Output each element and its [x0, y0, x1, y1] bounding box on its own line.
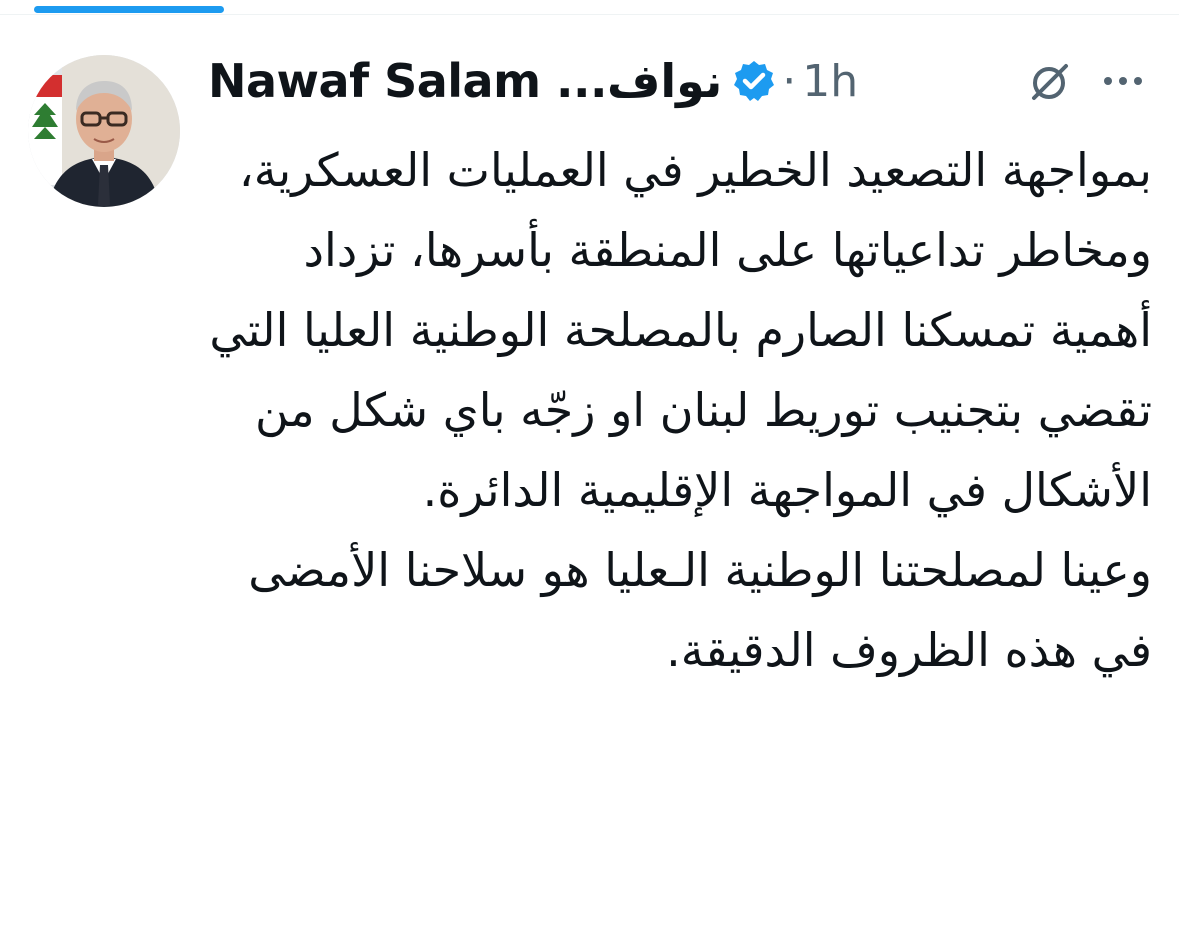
- author-name[interactable]: Nawaf Salam ...نواف: [208, 54, 723, 108]
- tweet-view: Nawaf Salam ...نواف · 1h بمواجهة التصعيد…: [0, 0, 1179, 942]
- active-tab-indicator: [34, 6, 224, 13]
- timestamp[interactable]: 1h: [802, 56, 858, 107]
- divider: [0, 14, 1179, 15]
- verified-badge-icon[interactable]: [732, 59, 776, 103]
- separator-dot: ·: [782, 55, 797, 107]
- post-header: Nawaf Salam ...نواف · 1h: [208, 46, 858, 116]
- avatar[interactable]: [28, 55, 180, 207]
- grok-icon[interactable]: [1026, 58, 1072, 104]
- post-text: بمواجهة التصعيد الخطير في العمليات العسك…: [209, 143, 1152, 677]
- avatar-photo: [28, 55, 180, 207]
- more-horizontal-icon[interactable]: [1100, 68, 1146, 94]
